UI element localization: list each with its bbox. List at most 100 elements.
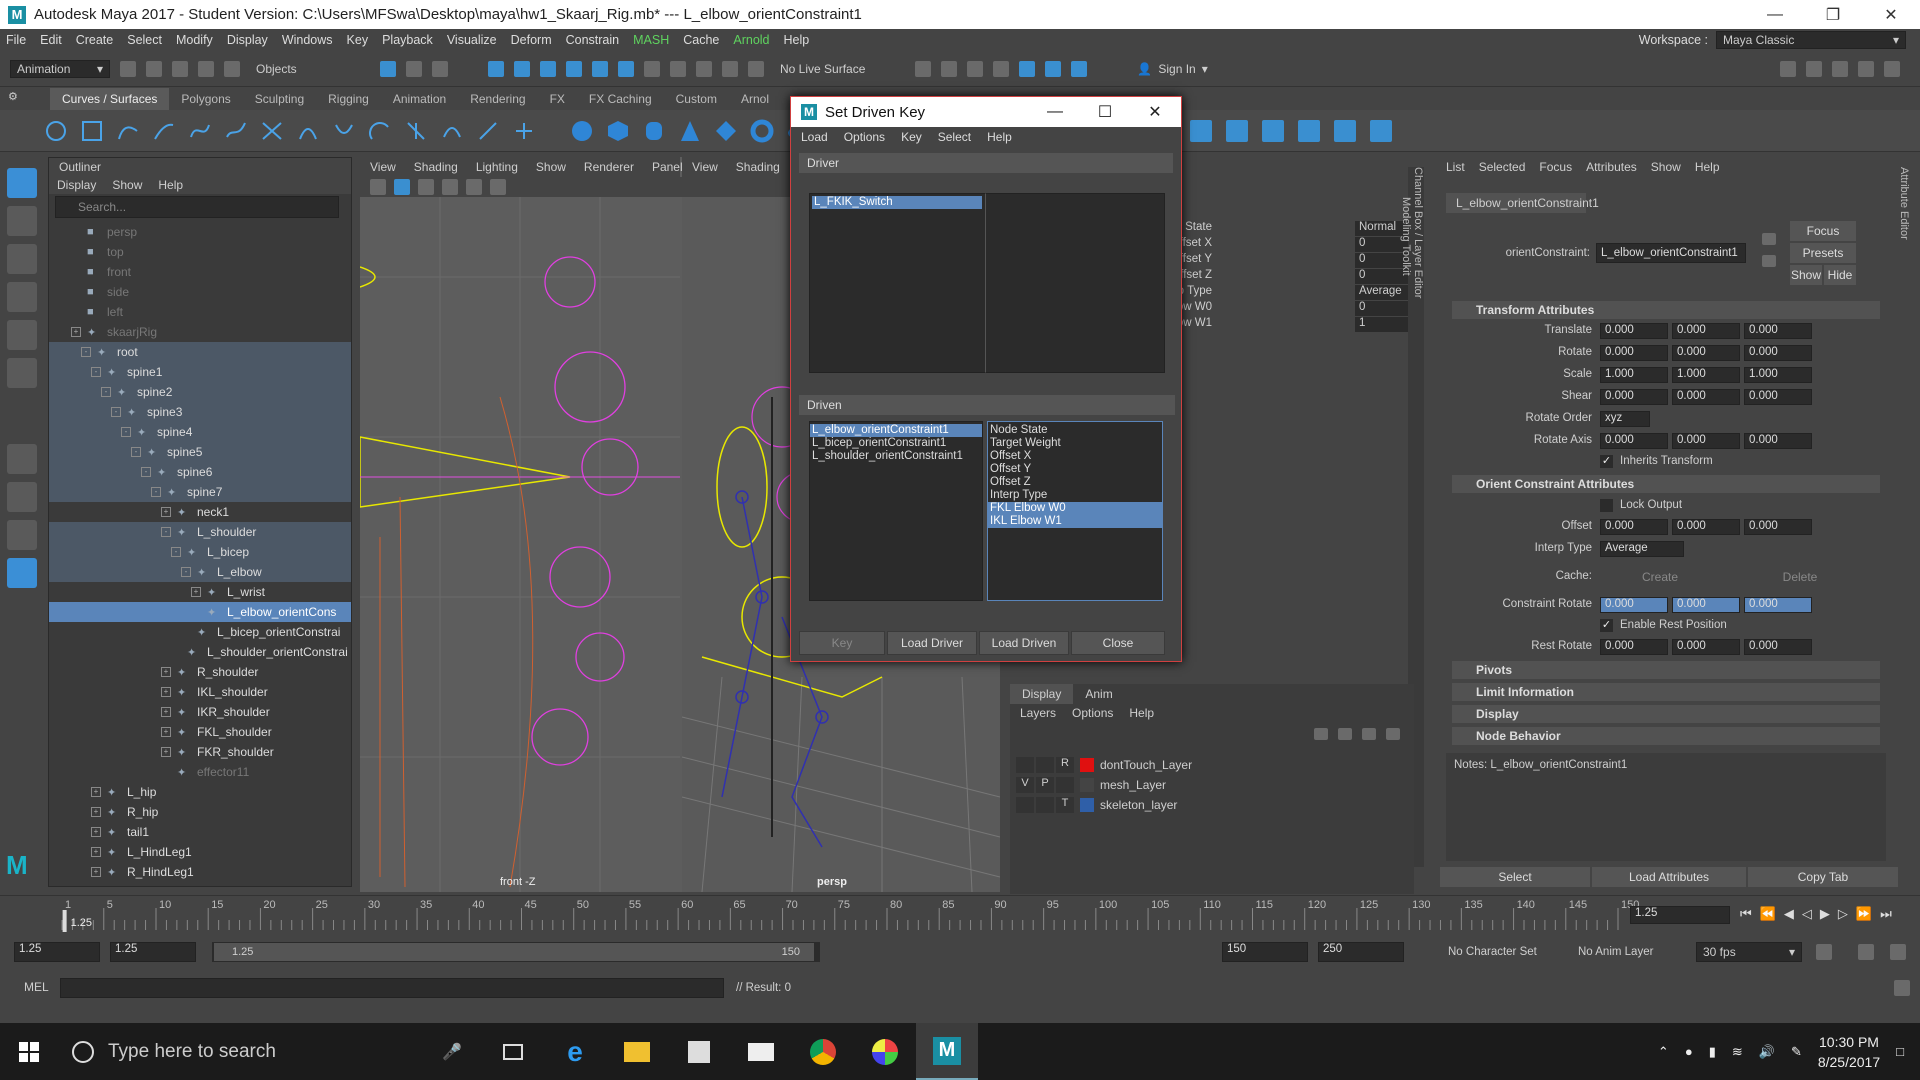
- expand-toggle-icon[interactable]: +: [161, 507, 171, 517]
- maya-taskbar-icon[interactable]: M: [916, 1023, 978, 1080]
- layer-menu-item[interactable]: Layers: [1020, 706, 1056, 720]
- ae-offset-field[interactable]: 0.000: [1672, 519, 1740, 535]
- ae-show-button[interactable]: Show: [1790, 265, 1822, 285]
- extrude-icon[interactable]: [368, 119, 392, 143]
- current-time-marker[interactable]: [62, 910, 67, 932]
- show-hidden-icons[interactable]: ⌃: [1658, 1044, 1669, 1060]
- pivots-section[interactable]: Pivots: [1452, 661, 1880, 679]
- driven-item[interactable]: L_bicep_orientConstraint1: [810, 437, 982, 450]
- paint-select-icon[interactable]: [7, 244, 37, 274]
- loft-icon[interactable]: [296, 119, 320, 143]
- expand-toggle-icon[interactable]: +: [191, 587, 201, 597]
- ae-rotate-field[interactable]: 0.000: [1600, 345, 1668, 361]
- menu-file[interactable]: File: [6, 33, 26, 47]
- close-button[interactable]: ✕: [1862, 0, 1920, 29]
- nurbs-sphere-icon[interactable]: [570, 119, 594, 143]
- move-tool-icon[interactable]: [7, 282, 37, 312]
- expand-toggle-icon[interactable]: +: [91, 867, 101, 877]
- people-icon[interactable]: ●: [1685, 1044, 1693, 1059]
- clock[interactable]: 10:30 PM 8/25/2017: [1818, 1032, 1880, 1072]
- ae-menu-item[interactable]: Show: [1651, 160, 1681, 174]
- ae-menu-item[interactable]: List: [1446, 160, 1465, 174]
- expand-toggle-icon[interactable]: +: [91, 787, 101, 797]
- snap-point-icon[interactable]: [540, 60, 556, 77]
- ae-lock_output-checkbox[interactable]: [1600, 499, 1613, 512]
- front-viewport[interactable]: front -Z: [360, 197, 680, 892]
- snap-surface-icon[interactable]: [592, 60, 608, 77]
- display-section[interactable]: Display: [1452, 705, 1880, 723]
- paint-icon[interactable]: [854, 1023, 916, 1080]
- ae-constraint_rotate-field[interactable]: 0.000: [1600, 597, 1668, 613]
- surface-tool4-icon[interactable]: [1298, 119, 1320, 142]
- mel-label[interactable]: MEL: [24, 980, 49, 994]
- node-behavior-section[interactable]: Node Behavior: [1452, 727, 1880, 745]
- outliner-row[interactable]: - ✦ L_bicep: [49, 542, 351, 562]
- start-button[interactable]: [0, 1023, 58, 1080]
- file-explorer-icon[interactable]: [606, 1023, 668, 1080]
- ae-copy-tab-button[interactable]: Copy Tab: [1748, 867, 1898, 887]
- outliner-row[interactable]: - ✦ spine4: [49, 422, 351, 442]
- range-bar[interactable]: 1.25 150: [212, 942, 820, 962]
- menu-constrain[interactable]: Constrain: [566, 33, 620, 47]
- driven-attr-item[interactable]: Offset Y: [988, 463, 1162, 476]
- outliner-row[interactable]: - ✦ L_shoulder: [49, 522, 351, 542]
- nurbs-cylinder-icon[interactable]: [642, 119, 666, 143]
- arc-icon[interactable]: [260, 119, 284, 143]
- limit-info-section[interactable]: Limit Information: [1452, 683, 1880, 701]
- ae-shear-field[interactable]: 0.000: [1744, 389, 1812, 405]
- nurbs-plane-icon[interactable]: [714, 119, 738, 143]
- nurbs-torus-icon[interactable]: [750, 119, 774, 143]
- script-editor-icon[interactable]: [1894, 980, 1910, 996]
- pen-icon[interactable]: ✎: [1791, 1044, 1802, 1060]
- surface-tool3-icon[interactable]: [1262, 119, 1284, 142]
- loop-icon[interactable]: [1816, 944, 1832, 960]
- dialog-menu-item[interactable]: Help: [987, 130, 1012, 144]
- outliner-row[interactable]: + ✦ neck1: [49, 502, 351, 522]
- outliner-row[interactable]: + ✦ L_HindLeg1: [49, 842, 351, 862]
- save-scene-icon[interactable]: [172, 60, 188, 77]
- outliner-row[interactable]: ■ front: [49, 262, 351, 282]
- menu-playback[interactable]: Playback: [382, 33, 433, 47]
- render-view-icon[interactable]: [915, 60, 932, 77]
- current-time-field[interactable]: 1.25: [1630, 906, 1730, 924]
- pencil-curve-icon[interactable]: [224, 119, 248, 143]
- birail-icon[interactable]: [476, 119, 500, 143]
- viewport-menu-item[interactable]: Shading: [414, 160, 458, 174]
- wifi-icon[interactable]: ≋: [1732, 1044, 1743, 1060]
- layer-t-toggle[interactable]: [1056, 777, 1074, 793]
- ae-scale-field[interactable]: 1.000: [1672, 367, 1740, 383]
- expand-toggle-icon[interactable]: -: [131, 447, 141, 457]
- minimize-button[interactable]: —: [1746, 0, 1804, 29]
- open-scene-icon[interactable]: [146, 60, 162, 77]
- edge-icon[interactable]: e: [544, 1023, 606, 1080]
- viewport-menu-item[interactable]: Renderer: [584, 160, 634, 174]
- outliner-row[interactable]: ✦ L_bicep_orientConstrai: [49, 622, 351, 642]
- tool-settings-icon[interactable]: [1858, 60, 1874, 77]
- ae-node-tab[interactable]: L_elbow_orientConstraint1: [1446, 193, 1599, 213]
- outliner-row[interactable]: - ✦ spine5: [49, 442, 351, 462]
- planar-icon[interactable]: [404, 119, 428, 143]
- ae-translate-field[interactable]: 0.000: [1744, 323, 1812, 339]
- ae-constraint_rotate-field[interactable]: 0.000: [1744, 597, 1812, 613]
- driver-attr-list[interactable]: [985, 193, 1165, 373]
- surface-tool2-icon[interactable]: [1226, 119, 1248, 142]
- outliner-row[interactable]: + ✦ L_wrist: [49, 582, 351, 602]
- volume-icon[interactable]: 🔊: [1759, 1044, 1775, 1060]
- expand-toggle-icon[interactable]: -: [181, 567, 191, 577]
- battery-icon[interactable]: ▮: [1709, 1044, 1716, 1060]
- anim-prefs-icon[interactable]: [1890, 944, 1906, 960]
- play-back-icon[interactable]: ◁: [1802, 906, 1812, 922]
- outliner-row[interactable]: + ✦ tail1: [49, 822, 351, 842]
- menu-deform[interactable]: Deform: [511, 33, 552, 47]
- outliner-row[interactable]: - ✦ spine7: [49, 482, 351, 502]
- smooth-shade-icon[interactable]: [418, 179, 434, 195]
- expand-toggle-icon[interactable]: -: [101, 387, 111, 397]
- outliner-row[interactable]: ■ top: [49, 242, 351, 262]
- ae-rotate_axis-field[interactable]: 0.000: [1600, 433, 1668, 449]
- ae-shear-field[interactable]: 0.000: [1600, 389, 1668, 405]
- ae-rotate-field[interactable]: 0.000: [1744, 345, 1812, 361]
- outliner-row[interactable]: - ✦ spine1: [49, 362, 351, 382]
- shelf-tab[interactable]: Rendering: [458, 88, 537, 110]
- render-icon[interactable]: [941, 60, 958, 77]
- outliner-menu-item[interactable]: Show: [112, 178, 142, 192]
